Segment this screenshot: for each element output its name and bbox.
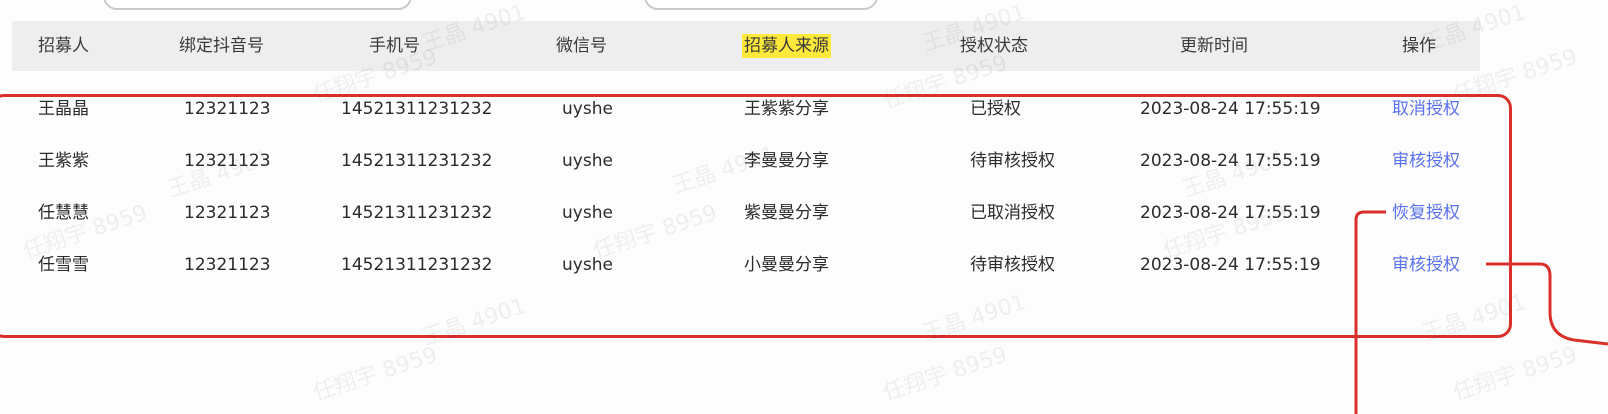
- annotation-connector-lines: [1354, 210, 1608, 414]
- connector-line-review: [1486, 262, 1608, 346]
- connector-line-restore: [1354, 210, 1386, 414]
- screen: 招募人 绑定抖音号 手机号 微信号 招募人来源 授权状态 更新时间 操作 王晶晶…: [0, 0, 1608, 414]
